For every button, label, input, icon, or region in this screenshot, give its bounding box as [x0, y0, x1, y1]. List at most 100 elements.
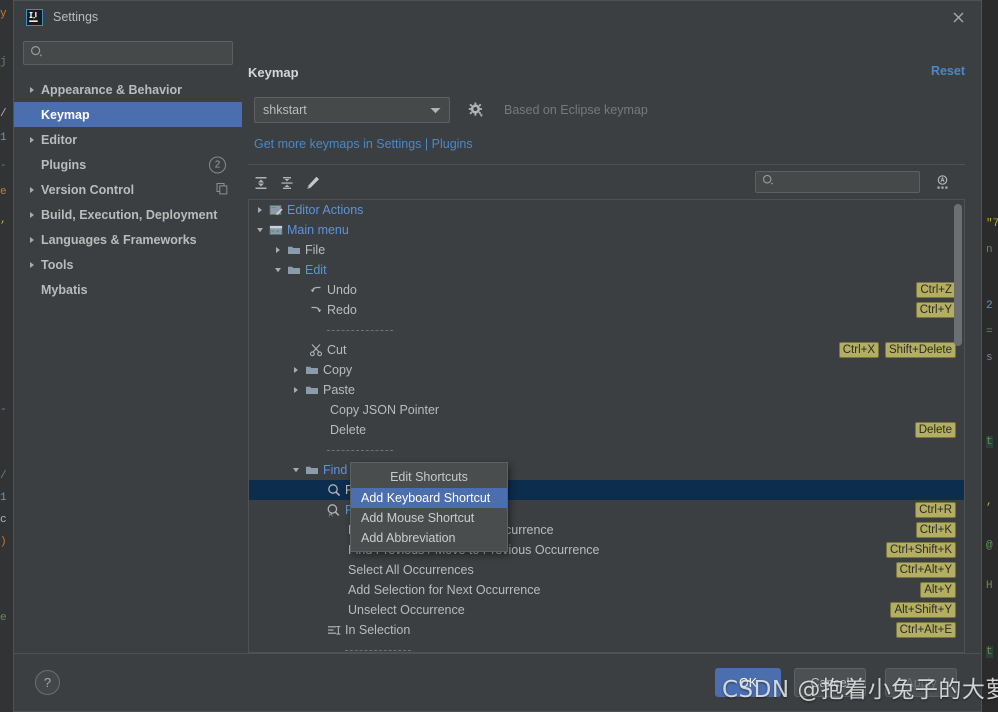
table-row[interactable]: Undo Ctrl+Z — [249, 280, 964, 300]
status-badge: Ctrl+Alt+E — [895, 622, 956, 638]
context-menu-item-add-mouse-shortcut[interactable]: Add Mouse Shortcut — [351, 508, 507, 528]
status-badge: Delete — [914, 422, 956, 438]
sidebar-item-label: Version Control — [41, 182, 135, 197]
plugins-update-badge: 2 — [209, 156, 226, 173]
code-fragment: s — [986, 352, 993, 364]
ok-button[interactable]: OK — [715, 668, 781, 697]
keymap-dropdown[interactable]: shkstart — [254, 97, 450, 123]
chevron-right-icon[interactable] — [271, 246, 285, 254]
folder-icon — [285, 263, 302, 277]
sidebar-item-tools[interactable]: Tools — [14, 252, 242, 277]
pencil-edit-icon[interactable] — [300, 171, 326, 195]
status-badge: Ctrl+K — [915, 522, 956, 538]
status-badge: Ctrl+Z — [916, 282, 956, 298]
code-fragment: y — [0, 8, 7, 20]
code-fragment: ) — [0, 536, 7, 548]
get-more-keymaps-link[interactable]: Get more keymaps in Settings | Plugins — [248, 137, 963, 151]
close-icon[interactable] — [949, 8, 967, 26]
shortcut-list: Ctrl+K — [915, 522, 956, 538]
status-badge: Shift+Delete — [885, 342, 956, 358]
scrollbar-thumb[interactable] — [954, 204, 962, 346]
tree-separator — [249, 440, 964, 460]
find-by-shortcut-icon[interactable] — [930, 171, 954, 193]
sidebar-search-container — [14, 33, 242, 71]
sidebar-item-label: Appearance & Behavior — [41, 82, 183, 97]
search-icon — [30, 45, 44, 62]
cancel-button[interactable]: Cancel — [794, 668, 866, 697]
table-row[interactable]: Add Selection for Next Occurrence Alt+Y — [249, 580, 964, 600]
folder-icon — [303, 363, 320, 377]
tree-row-label: Copy — [323, 363, 353, 377]
search-icon — [762, 174, 775, 190]
table-row[interactable]: Copy — [249, 360, 964, 380]
code-fragment: / — [0, 108, 7, 120]
expand-all-icon[interactable] — [248, 171, 274, 195]
table-row[interactable]: Unselect Occurrence Alt+Shift+Y — [249, 600, 964, 620]
sidebar-item-plugins[interactable]: Plugins 2 — [14, 152, 242, 177]
shortcut-list: Ctrl+X Shift+Delete — [838, 342, 956, 358]
context-menu-item-add-abbreviation[interactable]: Add Abbreviation — [351, 528, 507, 548]
gear-icon[interactable] — [468, 102, 484, 118]
context-menu[interactable]: Edit Shortcuts Add Keyboard Shortcut Add… — [350, 462, 508, 552]
sidebar-item-label: Keymap — [41, 107, 90, 122]
reset-link[interactable]: Reset — [931, 64, 965, 78]
status-badge: Alt+Y — [920, 582, 956, 598]
shortcut-list: Alt+Shift+Y — [890, 602, 956, 618]
table-row[interactable]: File — [249, 240, 964, 260]
chevron-right-icon[interactable] — [289, 366, 303, 374]
sidebar-item-keymap[interactable]: Keymap — [14, 102, 242, 127]
chevron-right-icon — [28, 86, 41, 94]
tree-row-label: Main menu — [287, 223, 349, 237]
table-row[interactable]: Main menu — [249, 220, 964, 240]
table-row[interactable]: Delete Delete — [249, 420, 964, 440]
code-fragment: 1 — [0, 132, 7, 144]
sidebar-search-field[interactable] — [23, 41, 233, 65]
apply-button[interactable]: Apply — [885, 668, 957, 697]
table-row[interactable]: Copy JSON Pointer — [249, 400, 964, 420]
table-row[interactable]: Redo Ctrl+Y — [249, 300, 964, 320]
undo-icon — [307, 283, 324, 297]
code-fragment: @ — [986, 540, 993, 552]
folder-icon — [285, 243, 302, 257]
tree-row-label: Copy JSON Pointer — [330, 403, 440, 417]
editor-gutter — [0, 0, 13, 712]
sidebar-item-version-control[interactable]: Version Control — [14, 177, 242, 202]
sidebar-search-input[interactable] — [48, 45, 226, 61]
table-row[interactable]: In Selection Ctrl+Alt+E — [249, 620, 964, 640]
table-row[interactable]: Paste — [249, 380, 964, 400]
in-selection-icon — [325, 623, 342, 637]
dialog-body: Appearance & Behavior Keymap Editor Plug… — [14, 33, 981, 653]
sidebar-item-appearance-behavior[interactable]: Appearance & Behavior — [14, 77, 242, 102]
code-fragment: / — [0, 470, 7, 482]
keymap-search-input[interactable] — [779, 174, 938, 190]
based-on-label: Based on Eclipse keymap — [504, 103, 648, 117]
code-fragment: "7 — [986, 218, 998, 230]
sidebar-item-languages-frameworks[interactable]: Languages & Frameworks — [14, 227, 242, 252]
keymap-tree[interactable]: Editor Actions Main menu File Edit Undo … — [248, 199, 965, 653]
context-menu-item-add-keyboard-shortcut[interactable]: Add Keyboard Shortcut — [351, 488, 507, 508]
page-title: Keymap — [248, 65, 299, 80]
table-row[interactable]: Cut Ctrl+X Shift+Delete — [249, 340, 964, 360]
collapse-all-icon[interactable] — [274, 171, 300, 195]
sidebar-item-label: Mybatis — [41, 282, 88, 297]
chevron-down-icon[interactable] — [271, 266, 285, 274]
help-button[interactable]: ? — [35, 670, 60, 695]
sidebar-item-build-execution-deployment[interactable]: Build, Execution, Deployment — [14, 202, 242, 227]
table-row[interactable]: Edit — [249, 260, 964, 280]
keymap-search-field[interactable] — [755, 171, 938, 193]
table-row[interactable]: Select All Occurrences Ctrl+Alt+Y — [249, 560, 964, 580]
settings-sidebar: Appearance & Behavior Keymap Editor Plug… — [14, 33, 242, 653]
code-fragment: H — [986, 580, 993, 592]
tree-scrollbar[interactable] — [952, 201, 963, 651]
code-fragment: , — [0, 214, 7, 226]
chevron-down-icon[interactable] — [253, 226, 267, 234]
chevron-right-icon[interactable] — [289, 386, 303, 394]
chevron-down-icon[interactable] — [289, 466, 303, 474]
shortcut-list: Ctrl+Shift+K — [886, 542, 956, 558]
copy-icon — [216, 182, 228, 197]
table-row[interactable]: Editor Actions — [249, 200, 964, 220]
code-fragment: 2 — [986, 300, 993, 312]
sidebar-item-editor[interactable]: Editor — [14, 127, 242, 152]
chevron-right-icon[interactable] — [253, 206, 267, 214]
sidebar-item-mybatis[interactable]: Mybatis — [14, 277, 242, 302]
